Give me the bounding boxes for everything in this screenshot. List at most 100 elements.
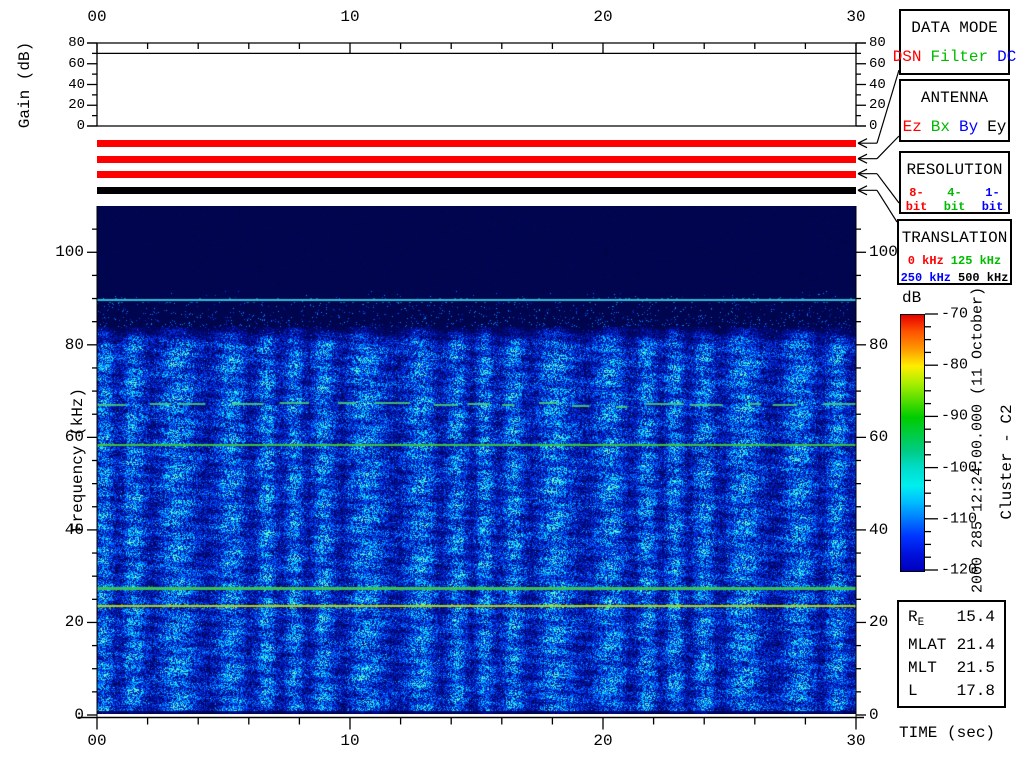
legend-option: DC <box>997 48 1017 66</box>
arrowhead <box>857 153 868 160</box>
spacecraft-label: Cluster - C2 <box>998 404 1016 520</box>
freq-ytick-label-right: 0 <box>869 706 879 724</box>
colorbar-units-label: dB <box>902 289 922 307</box>
mlat-value: 21.4 <box>956 635 995 654</box>
freq-ytick-label: 80 <box>64 335 84 354</box>
callout-line <box>876 189 898 223</box>
gain-ytick-label-right: 20 <box>869 97 886 114</box>
colorbar-tick-label: -70 <box>941 305 969 323</box>
bottom-time-tick-label: 30 <box>846 732 866 750</box>
legend-option: 250 kHz <box>900 271 951 285</box>
gain-ytick-label: 0 <box>76 118 85 134</box>
legend-option: 8-bit <box>905 186 928 214</box>
data-mode-legend-box: DATA MODE DSN Filter DC <box>893 9 1017 75</box>
resolution-title: RESOLUTION <box>906 161 1003 179</box>
arrowhead <box>857 185 868 191</box>
ephemeris-row-mlt: MLT 21.5 <box>899 660 1004 676</box>
top-time-tick-label: 20 <box>593 8 613 26</box>
re-label: R <box>908 608 918 627</box>
frequency-axis-label: Frequency (kHz) <box>69 387 87 533</box>
legend-option: Bx <box>930 118 950 136</box>
top-time-tick-label: 10 <box>340 8 360 26</box>
gain-ytick-label-right: 40 <box>869 76 886 93</box>
colorbar-tick-label: -90 <box>941 407 969 425</box>
arrowhead <box>857 168 868 175</box>
resolution-legend-box: RESOLUTION 8-bit 4-bit 1-bit <box>899 151 1010 214</box>
timestamp-label: 2000 285 12:24:00.000 (11 October) <box>969 286 987 594</box>
gain-ytick-label-right: 0 <box>869 118 878 134</box>
colorbar-tick-label: -110 <box>941 510 978 528</box>
top-time-tick-label: 00 <box>87 8 107 26</box>
legend-option: Filter <box>930 48 989 66</box>
freq-ytick-label: 20 <box>64 613 84 632</box>
resolution-bar <box>97 170 856 178</box>
gain-ytick-label: 40 <box>68 76 85 93</box>
antenna-bar <box>97 155 856 163</box>
arrowhead <box>857 189 868 196</box>
translation-title: TRANSLATION <box>901 229 1008 247</box>
top-time-tick-label: 30 <box>846 8 866 26</box>
re-value: 15.4 <box>956 608 995 627</box>
legend-option: Ez <box>902 118 922 136</box>
data-mode-title: DATA MODE <box>911 19 998 37</box>
legend-option: By <box>959 118 979 136</box>
gain-ytick-label: 20 <box>68 97 85 114</box>
time-axis-label: TIME (sec) <box>899 724 996 742</box>
legend-option: 0 kHz <box>907 254 944 268</box>
gain-ytick-label: 80 <box>68 35 85 51</box>
gain-axis-label: Gain (dB) <box>16 41 34 129</box>
l-value: 17.8 <box>956 681 995 700</box>
ephemeris-row-mlat: MLAT 21.4 <box>899 637 1004 653</box>
freq-ytick-label: 100 <box>55 243 84 262</box>
translation-bar <box>97 186 856 194</box>
bottom-time-tick-label: 00 <box>87 732 107 750</box>
arrowhead <box>857 142 868 149</box>
freq-ytick-label-right: 60 <box>869 428 889 447</box>
legend-option: 4-bit <box>943 186 966 214</box>
legend-options-row: Ez Bx By Ey <box>901 118 1008 136</box>
legend-options-row: 0 kHz 125 kHz <box>899 254 1010 268</box>
gain-ytick-label-right: 60 <box>869 55 886 72</box>
translation-legend-box: TRANSLATION 0 kHz 125 kHz 250 kHz 500 kHz <box>897 219 1012 285</box>
colorbar-tick-label: -100 <box>941 459 978 477</box>
bottom-time-tick-label: 10 <box>340 732 360 750</box>
legend-options-row: DSN Filter DC <box>893 48 1017 66</box>
mlt-value: 21.5 <box>956 658 995 677</box>
l-label: L <box>908 681 918 700</box>
legend-option: DSN <box>892 48 922 66</box>
bottom-time-tick-label: 20 <box>593 732 613 750</box>
legend-option: Ey <box>987 118 1007 136</box>
ephemeris-row-re: RE 15.4 <box>899 609 1004 629</box>
freq-ytick-label-right: 20 <box>869 613 889 632</box>
data-mode-bar <box>97 140 856 147</box>
wbd-spectrogram-page: Gain (dB) Frequency (kHz) DATA MODE DSN F… <box>0 0 1024 768</box>
gain-ytick-label: 60 <box>68 55 85 72</box>
ephemeris-row-l: L 17.8 <box>899 683 1004 699</box>
arrowhead <box>857 158 868 164</box>
callout-line <box>876 173 900 204</box>
mlat-label: MLAT <box>908 635 947 654</box>
freq-ytick-label: 40 <box>64 520 84 539</box>
antenna-legend-box: ANTENNA Ez Bx By Ey <box>899 79 1010 142</box>
legend-option: 125 kHz <box>950 254 1002 268</box>
arrowhead <box>857 138 868 144</box>
legend-option: 1-bit <box>981 186 1004 214</box>
colorbar-tick-label: -120 <box>941 561 978 579</box>
colorbar <box>900 314 925 572</box>
arrowhead <box>857 173 868 179</box>
freq-ytick-label-right: 40 <box>869 520 889 539</box>
callout-line <box>876 135 900 160</box>
freq-ytick-label-right: 80 <box>869 335 889 354</box>
gain-ytick-label-right: 80 <box>869 35 886 51</box>
antenna-title: ANTENNA <box>920 89 989 107</box>
mlt-label: MLT <box>908 658 937 677</box>
legend-options-row: 250 kHz 500 kHz <box>899 271 1010 285</box>
freq-ytick-label: 0 <box>74 706 84 724</box>
colorbar-tick-label: -80 <box>941 356 969 374</box>
freq-ytick-label: 60 <box>64 428 84 447</box>
re-subscript: E <box>917 617 925 630</box>
legend-options-row: 8-bit 4-bit 1-bit <box>901 186 1008 214</box>
spectrogram-canvas <box>97 206 856 714</box>
legend-option: 500 kHz <box>958 271 1009 285</box>
ephemeris-box: RE 15.4 MLAT 21.4 MLT 21.5 L 17.8 <box>897 600 1006 708</box>
